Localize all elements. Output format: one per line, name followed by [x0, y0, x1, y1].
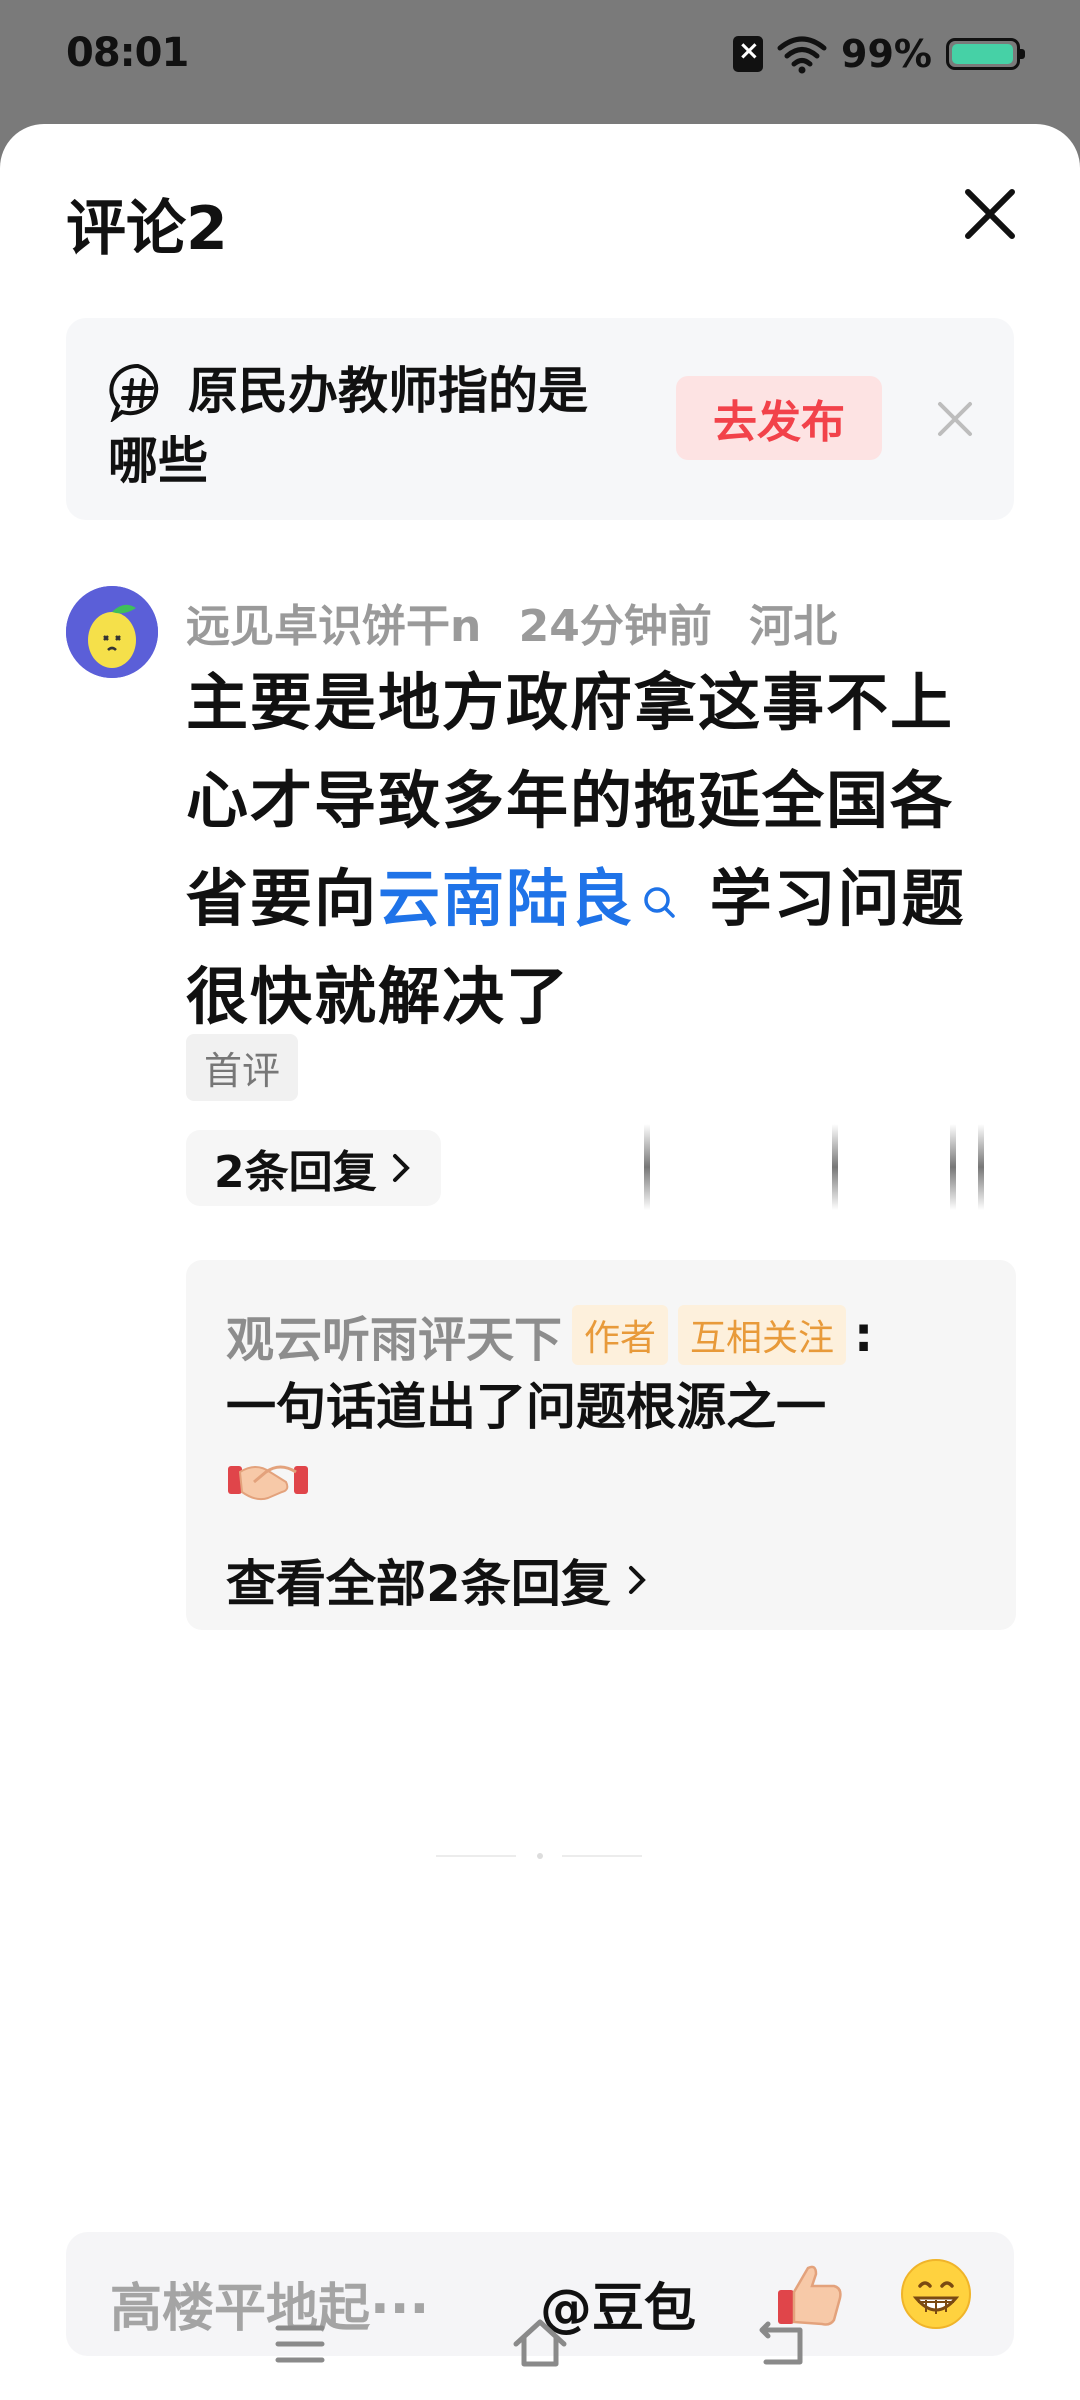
- status-time: 08:01: [66, 30, 189, 76]
- close-icon[interactable]: [958, 182, 1022, 246]
- view-all-label: 查看全部2条回复: [226, 1555, 611, 1613]
- view-all-replies[interactable]: 查看全部2条回复: [226, 1544, 649, 1616]
- comment-location: 河北: [749, 601, 838, 652]
- reply-author-line: 观云听雨评天下 作者 互相关注 :: [226, 1300, 873, 1370]
- chevron-right-icon: [628, 1566, 646, 1594]
- first-comment-badge: 首评: [186, 1034, 299, 1101]
- replies-button[interactable]: 2条回复: [186, 1130, 441, 1206]
- topic-close-icon[interactable]: [930, 394, 980, 444]
- handshake-icon: [228, 1465, 308, 1501]
- comment-author[interactable]: 远见卓识饼干n: [186, 601, 481, 652]
- comment-text: 主要是地方政府拿这事不上心才导致多年的拖延全国各省要向云南陆良 学习问题很快就解…: [186, 654, 1016, 1046]
- end-divider-right: [562, 1855, 642, 1857]
- comment-time: 24分钟前: [518, 601, 712, 652]
- author-tag: 作者: [572, 1305, 669, 1365]
- battery-percent: 99%: [841, 32, 932, 76]
- end-divider-dot: [537, 1853, 543, 1859]
- end-divider-left: [436, 1855, 516, 1857]
- topic-card[interactable]: 原民办教师指的是哪些 去发布: [66, 318, 1014, 520]
- status-bar: 08:01 99%: [0, 0, 1080, 120]
- back-icon[interactable]: [752, 2314, 812, 2374]
- search-icon[interactable]: [640, 883, 680, 923]
- wifi-icon: [777, 36, 827, 74]
- comment-sheet: 评论2 原民办教师指的是哪些 去发布 远见卓识饼干n 24分钟前 河北 主要是地…: [0, 124, 1080, 2400]
- search-link[interactable]: 云南陆良: [378, 862, 634, 935]
- battery-icon: [946, 38, 1025, 70]
- navigation-bar: [0, 2290, 1080, 2400]
- battery-fill: [952, 44, 1014, 64]
- status-icons: 99%: [733, 32, 1025, 76]
- reply-colon: :: [854, 1307, 874, 1363]
- decorative-bar: [950, 1124, 956, 1210]
- avatar[interactable]: [66, 586, 158, 678]
- sheet-title: 评论2: [66, 194, 228, 264]
- topic-text: 原民办教师指的是哪些: [108, 362, 588, 490]
- decorative-bar: [832, 1124, 838, 1210]
- comment-meta: 远见卓识饼干n 24分钟前 河北: [186, 590, 859, 654]
- mutual-follow-tag: 互相关注: [678, 1305, 847, 1365]
- sim-off-icon: [733, 36, 764, 72]
- reply-author[interactable]: 观云听雨评天下: [226, 1300, 562, 1370]
- menu-icon[interactable]: [270, 2314, 330, 2374]
- decorative-bar: [978, 1124, 984, 1210]
- reply-card[interactable]: 观云听雨评天下 作者 互相关注 : 一句话道出了问题根源之一 查看全部2条回复: [186, 1260, 1016, 1630]
- chevron-right-icon: [392, 1154, 410, 1182]
- publish-button[interactable]: 去发布: [676, 376, 882, 460]
- decorative-bar: [644, 1124, 650, 1210]
- home-icon[interactable]: [510, 2314, 570, 2374]
- reply-text: 一句话道出了问题根源之一: [226, 1378, 826, 1436]
- replies-label: 2条回复: [214, 1147, 377, 1198]
